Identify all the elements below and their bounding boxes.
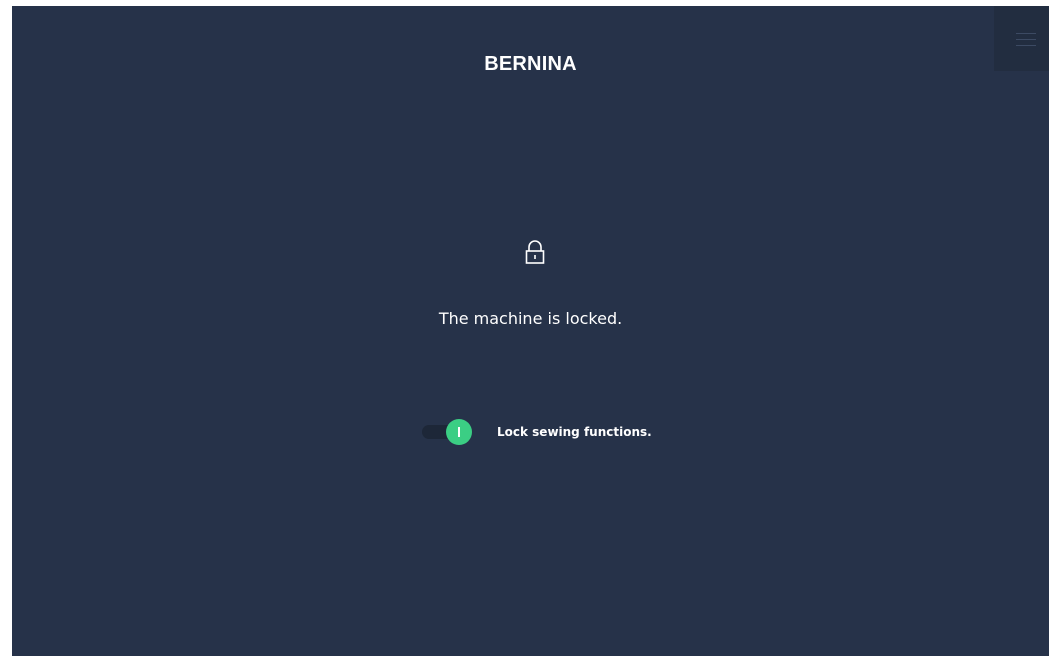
- toggle-knob: [446, 419, 472, 445]
- lock-icon: [525, 240, 545, 264]
- hamburger-icon: [1016, 33, 1036, 47]
- toggle-on-mark: [458, 427, 460, 437]
- lock-sewing-label: Lock sewing functions.: [497, 425, 652, 439]
- lock-screen: BERNINA The machine is locked. Lock sewi…: [12, 6, 1049, 656]
- lock-message: The machine is locked.: [438, 309, 623, 328]
- sewing-lock-row: Lock sewing functions.: [420, 419, 720, 445]
- lock-sewing-toggle[interactable]: [420, 419, 472, 445]
- brand-logo: BERNINA: [484, 53, 577, 75]
